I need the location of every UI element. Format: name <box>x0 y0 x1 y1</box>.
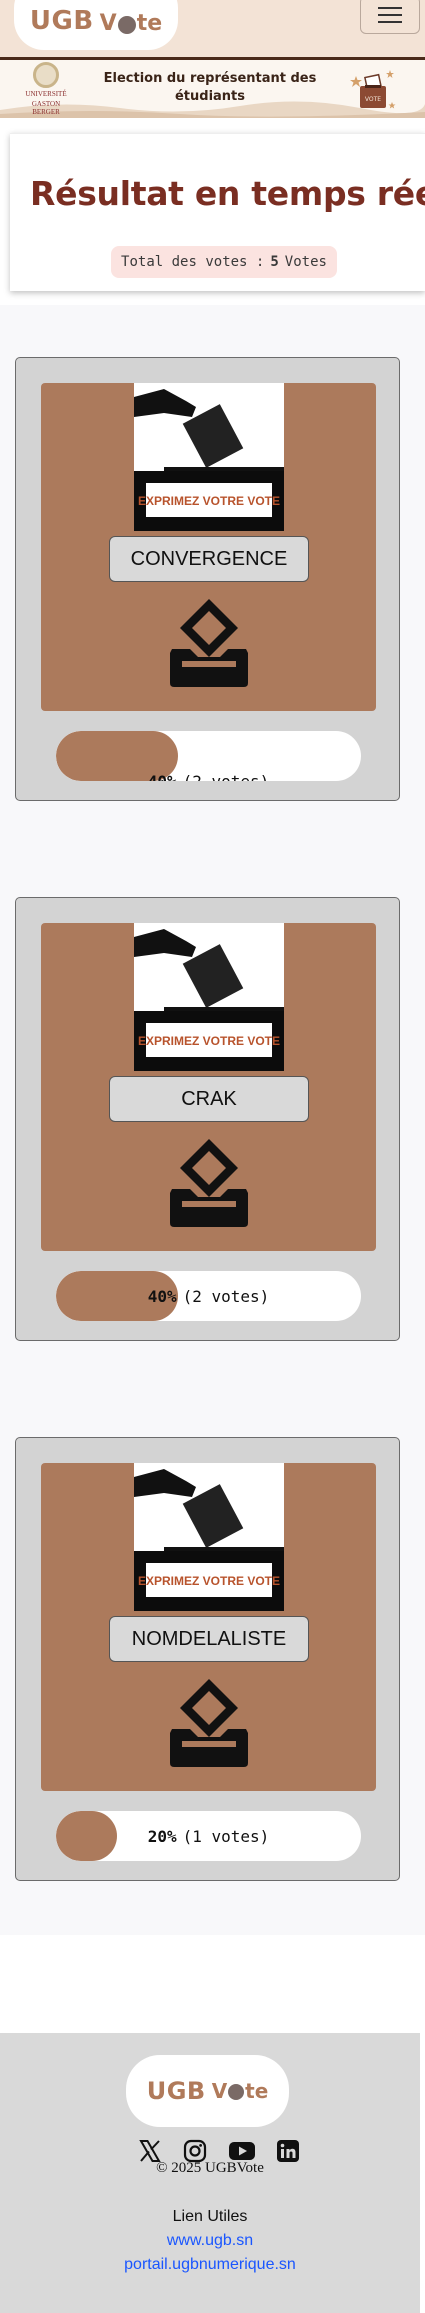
hamburger-menu-button[interactable] <box>360 0 420 34</box>
link-ugb[interactable]: www.ugb.sn <box>0 2232 420 2250</box>
footer-logo-vote-te: te <box>245 2079 269 2103</box>
ballot-hand-illustration: EXPRIMEZ VOTRE VOTE <box>134 1463 284 1611</box>
university-seal-icon <box>33 62 59 88</box>
total-votes-badge: Total des votes : 5 Votes <box>111 246 337 278</box>
university-name-line2: GASTON BERGER <box>31 100 61 116</box>
ballot-box-label: VOTE <box>365 96 381 103</box>
image-caption: EXPRIMEZ VOTRE VOTE <box>138 1574 280 1588</box>
results-header: Résultat en temps réel Total des votes :… <box>10 133 425 291</box>
vote-count: (2 votes) <box>182 771 270 782</box>
university-name-line1: UNIVERSITÉ <box>25 90 67 98</box>
logo-vote-v: V <box>99 11 117 36</box>
footer-logo-vote-text: Vte <box>212 2079 269 2103</box>
candidate-image: EXPRIMEZ VOTRE VOTE <box>134 1463 284 1611</box>
logo-ballot-icon <box>117 15 136 34</box>
footer-logo-vote-v: V <box>211 2079 228 2103</box>
candidate-image: EXPRIMEZ VOTRE VOTE <box>134 383 284 531</box>
navbar: UGB Vte <box>0 0 425 60</box>
candidate-card: EXPRIMEZ VOTRE VOTE NOMDELALISTE 20% (1 … <box>15 1437 400 1881</box>
useful-links-heading: Lien Utiles <box>172 2208 248 2225</box>
menu-bar-icon <box>378 7 402 9</box>
logo-ugb-text: UGB <box>29 6 94 36</box>
candidate-image: EXPRIMEZ VOTRE VOTE <box>134 923 284 1071</box>
vote-percent: 20% <box>147 1826 177 1846</box>
candidate-panel: EXPRIMEZ VOTRE VOTE CONVERGENCE <box>41 383 376 711</box>
total-votes-suffix: Votes <box>284 254 327 270</box>
ballot-hand-illustration: EXPRIMEZ VOTRE VOTE <box>134 923 284 1071</box>
vote-icon[interactable] <box>168 1677 250 1769</box>
candidate-name: CONVERGENCE <box>109 536 309 582</box>
candidate-panel: EXPRIMEZ VOTRE VOTE NOMDELALISTE <box>41 1463 376 1791</box>
page: UGB Vte UNIVERSITÉ GASTON BERGER Electio… <box>0 0 425 2313</box>
vote-progress-bar: 20% (1 votes) <box>56 1811 361 1861</box>
footer: UGB Vte © 2025 UGBVote Lien Utiles www.u… <box>0 2033 420 2313</box>
candidate-card: EXPRIMEZ VOTRE VOTE CRAK 40% (2 votes) <box>15 897 400 1341</box>
ballot-hand-illustration: EXPRIMEZ VOTRE VOTE <box>134 383 284 531</box>
image-caption: EXPRIMEZ VOTRE VOTE <box>138 494 280 508</box>
brand-logo[interactable]: UGB Vte <box>14 0 178 50</box>
candidate-panel: EXPRIMEZ VOTRE VOTE CRAK <box>41 923 376 1251</box>
logo-vote-text: Vte <box>100 11 162 36</box>
banner-title: Election du représentant des étudiants <box>103 71 317 104</box>
link-portail[interactable]: portail.ugbnumerique.sn <box>0 2256 420 2274</box>
university-logo: UNIVERSITÉ GASTON BERGER <box>18 62 74 116</box>
vote-percent: 40% <box>147 1286 177 1306</box>
total-votes-prefix: Total des votes : <box>121 254 265 270</box>
progress-label: 40% (2 votes) <box>56 756 361 782</box>
page-title: Résultat en temps réel <box>30 174 425 213</box>
candidate-card: EXPRIMEZ VOTRE VOTE CONVERGENCE 40% (2 v… <box>15 357 400 801</box>
vote-count: (2 votes) <box>182 1286 270 1306</box>
footer-brand-logo[interactable]: UGB Vte <box>126 2055 289 2127</box>
menu-bar-icon <box>378 21 402 23</box>
copyright-text: © 2025 UGBVote <box>156 2160 264 2176</box>
ballot-box-illustration: VOTE <box>350 70 396 109</box>
image-caption: EXPRIMEZ VOTRE VOTE <box>138 1034 280 1048</box>
vote-count: (1 votes) <box>182 1826 270 1846</box>
candidate-name: NOMDELALISTE <box>109 1616 309 1662</box>
total-votes-count: 5 <box>270 254 279 270</box>
youtube-icon[interactable] <box>228 2141 255 2161</box>
vote-progress-bar: 40% (2 votes) <box>56 1271 361 1321</box>
vote-progress-bar: 40% (2 votes) <box>56 731 361 781</box>
vote-icon[interactable] <box>168 1137 250 1229</box>
progress-label: 20% (1 votes) <box>56 1811 361 1861</box>
vote-icon[interactable] <box>168 597 250 689</box>
menu-bar-icon <box>378 14 402 16</box>
vote-percent: 40% <box>147 771 177 782</box>
footer-logo-ugb-text: UGB <box>146 2077 206 2105</box>
progress-label: 40% (2 votes) <box>56 1271 361 1321</box>
footer-logo-ballot-icon <box>228 2084 245 2100</box>
candidate-name: CRAK <box>109 1076 309 1122</box>
election-banner: UNIVERSITÉ GASTON BERGER Election du rep… <box>0 60 425 118</box>
logo-vote-te: te <box>136 11 163 36</box>
